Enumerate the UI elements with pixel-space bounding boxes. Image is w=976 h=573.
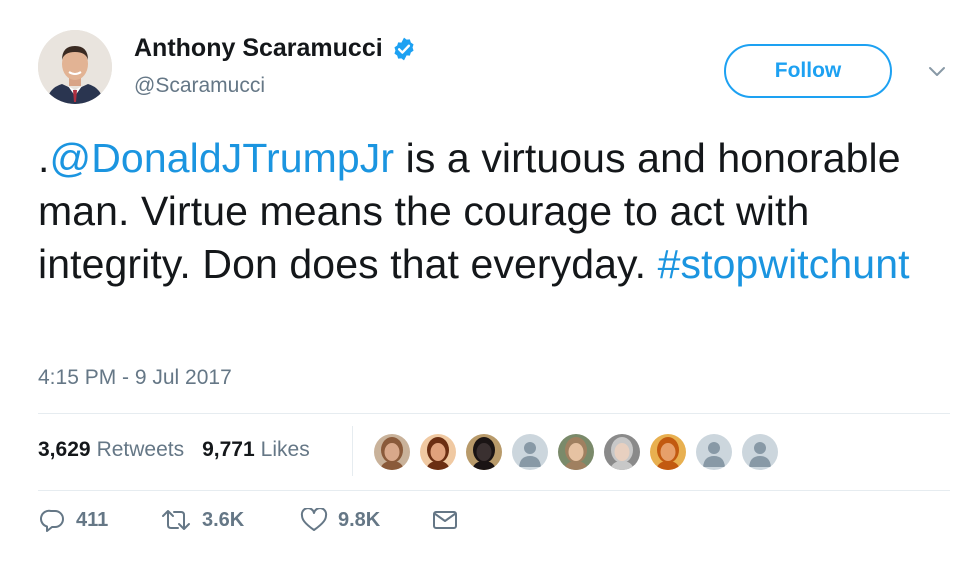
divider-top <box>38 413 950 414</box>
liker-avatar[interactable] <box>464 432 504 472</box>
likes-count[interactable]: 9,771 <box>202 438 255 462</box>
liker-avatar[interactable] <box>418 432 458 472</box>
stats-separator <box>352 426 353 476</box>
reply-icon[interactable] <box>40 508 66 532</box>
follow-button[interactable]: Follow <box>724 44 892 98</box>
retweets-label[interactable]: Retweets <box>97 438 185 462</box>
reply-count: 411 <box>76 508 109 531</box>
author-avatar[interactable] <box>38 30 112 104</box>
author-handle[interactable]: @Scaramucci <box>134 74 265 98</box>
heart-icon[interactable] <box>300 508 328 532</box>
tweet-card: Anthony Scaramucci @Scaramucci Follow .@… <box>0 0 976 573</box>
author-name[interactable]: Anthony Scaramucci <box>134 34 383 63</box>
reply-action[interactable]: 411 <box>40 508 160 532</box>
retweet-count: 3.6K <box>202 508 245 531</box>
like-count: 9.8K <box>338 508 381 531</box>
likes-label[interactable]: Likes <box>261 438 310 462</box>
liker-avatar[interactable] <box>740 432 780 472</box>
liked-by-avatars <box>372 432 780 472</box>
liker-avatar[interactable] <box>372 432 412 472</box>
tweet-text: .@DonaldJTrumpJr is a virtuous and honor… <box>38 132 948 291</box>
message-icon[interactable] <box>432 509 458 531</box>
like-action[interactable]: 9.8K <box>300 508 432 532</box>
liker-avatar[interactable] <box>648 432 688 472</box>
engagement-stats: 3,629 Retweets 9,771 Likes <box>38 438 310 462</box>
chevron-down-icon[interactable] <box>926 60 948 82</box>
retweet-icon[interactable] <box>160 508 192 532</box>
liker-avatar[interactable] <box>510 432 550 472</box>
hashtag-link[interactable]: #stopwitchunt <box>658 241 910 287</box>
tweet-actions: 411 3.6K 9.8K <box>40 508 458 532</box>
author-name-row[interactable]: Anthony Scaramucci <box>134 34 417 63</box>
verified-badge-icon <box>391 36 417 62</box>
retweets-count[interactable]: 3,629 <box>38 438 91 462</box>
direct-message-action[interactable] <box>432 509 458 531</box>
retweet-action[interactable]: 3.6K <box>160 508 300 532</box>
tweet-timestamp[interactable]: 4:15 PM - 9 Jul 2017 <box>38 366 232 390</box>
mention-link[interactable]: @DonaldJTrumpJr <box>50 135 395 181</box>
tweet-text-segment: . <box>38 135 50 181</box>
divider-bottom <box>38 490 950 491</box>
liker-avatar[interactable] <box>602 432 642 472</box>
liker-avatar[interactable] <box>694 432 734 472</box>
liker-avatar[interactable] <box>556 432 596 472</box>
